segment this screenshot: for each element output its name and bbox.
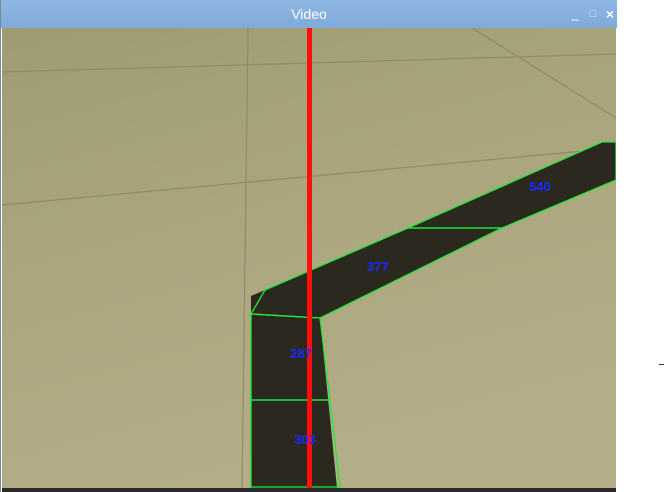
segment-label-287: 287 <box>290 346 312 361</box>
camera-frame: 540 377 287 303 <box>2 28 616 488</box>
center-reference-line <box>307 28 312 488</box>
minimize-button[interactable]: _ <box>566 0 584 28</box>
bottom-edge <box>2 488 616 492</box>
segment-label-377: 377 <box>367 259 389 274</box>
segment-label-303: 303 <box>294 432 316 447</box>
camera-feed: 540 377 287 303 <box>2 28 616 488</box>
close-button[interactable]: × <box>601 0 619 28</box>
title-bar[interactable]: Video _ □ × <box>1 0 617 28</box>
video-window: Video _ □ × 540 377 287 303 <box>0 0 617 492</box>
segment-label-540: 540 <box>529 179 551 194</box>
maximize-button[interactable]: □ <box>584 0 602 28</box>
background-mark <box>659 364 664 365</box>
window-title: Video <box>291 6 327 22</box>
